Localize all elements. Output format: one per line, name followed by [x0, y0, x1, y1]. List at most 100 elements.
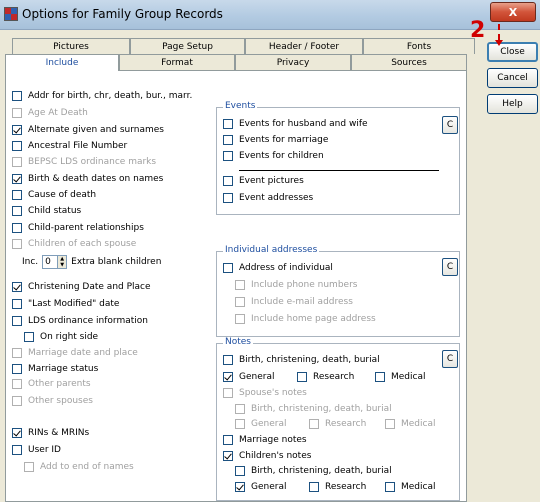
- checkbox[interactable]: [12, 91, 22, 101]
- checkbox[interactable]: [12, 239, 22, 249]
- checkbox[interactable]: [223, 135, 233, 145]
- checkbox[interactable]: [12, 141, 22, 151]
- checkbox[interactable]: [12, 157, 22, 167]
- tab-sources[interactable]: Sources: [351, 54, 467, 70]
- christening-option[interactable]: Christening Date and Place: [12, 282, 151, 292]
- childrens-notes-option[interactable]: Children's notes: [223, 451, 311, 461]
- events-c-button[interactable]: C: [442, 116, 458, 134]
- notes-medical-option[interactable]: Medical: [375, 372, 425, 382]
- checkbox[interactable]: [223, 355, 233, 365]
- childrens-general-option[interactable]: General: [235, 482, 286, 492]
- checkbox[interactable]: [12, 299, 22, 309]
- checkbox-checked[interactable]: [235, 482, 245, 492]
- notes-bcdb-option[interactable]: Birth, christening, death, burial: [223, 355, 380, 365]
- spouses-medical-option[interactable]: Medical: [385, 419, 435, 429]
- checkbox-checked[interactable]: [223, 372, 233, 382]
- checkbox[interactable]: [24, 462, 34, 472]
- checkbox[interactable]: [12, 206, 22, 216]
- addr-option[interactable]: Addr for birth, chr, death, bur., marr.: [12, 91, 192, 101]
- on-right-side-option[interactable]: On right side: [24, 332, 98, 342]
- help-button[interactable]: Help: [487, 94, 538, 114]
- spin-down-icon[interactable]: ▼: [58, 262, 67, 268]
- bepsc-option[interactable]: BEPSC LDS ordinance marks: [12, 157, 156, 167]
- marriage-status-option[interactable]: Marriage status: [12, 364, 98, 374]
- window-close-button[interactable]: X: [490, 2, 536, 22]
- extra-blank-spinner[interactable]: 0 ▲ ▼: [42, 255, 68, 269]
- spinner-buttons[interactable]: ▲ ▼: [58, 255, 68, 269]
- user-id-option[interactable]: User ID: [12, 445, 61, 455]
- checkbox[interactable]: [223, 193, 233, 203]
- birth-death-dates-option[interactable]: Birth & death dates on names: [12, 174, 163, 184]
- individual-c-button[interactable]: C: [442, 258, 458, 276]
- checkbox[interactable]: [223, 435, 233, 445]
- last-modified-option[interactable]: "Last Modified" date: [12, 299, 119, 309]
- events-children-option[interactable]: Events for children: [223, 151, 324, 161]
- include-home-page-option[interactable]: Include home page address: [235, 314, 376, 324]
- children-of-spouse-option[interactable]: Children of each spouse: [12, 239, 136, 249]
- other-spouses-option[interactable]: Other spouses: [12, 396, 93, 406]
- extra-blank-input[interactable]: 0: [42, 255, 59, 269]
- cancel-button[interactable]: Cancel: [487, 68, 538, 88]
- childrens-bcdb-option[interactable]: Birth, christening, death, burial: [235, 466, 392, 476]
- checkbox[interactable]: [297, 372, 307, 382]
- checkbox[interactable]: [223, 119, 233, 129]
- checkbox[interactable]: [223, 263, 233, 273]
- rins-mrins-option[interactable]: RINs & MRINs: [12, 428, 89, 438]
- checkbox[interactable]: [235, 419, 245, 429]
- checkbox-checked[interactable]: [12, 174, 22, 184]
- checkbox[interactable]: [235, 280, 245, 290]
- checkbox[interactable]: [12, 348, 22, 358]
- other-parents-option[interactable]: Other parents: [12, 379, 91, 389]
- tab-page-setup[interactable]: Page Setup: [130, 38, 245, 54]
- childrens-research-option[interactable]: Research: [309, 482, 366, 492]
- checkbox[interactable]: [12, 445, 22, 455]
- events-marriage-option[interactable]: Events for marriage: [223, 135, 328, 145]
- notes-research-option[interactable]: Research: [297, 372, 354, 382]
- spouses-research-option[interactable]: Research: [309, 419, 366, 429]
- marriage-date-option[interactable]: Marriage date and place: [12, 348, 138, 358]
- checkbox[interactable]: [385, 419, 395, 429]
- checkbox[interactable]: [309, 419, 319, 429]
- alternate-names-option[interactable]: Alternate given and surnames: [12, 125, 164, 135]
- checkbox[interactable]: [235, 314, 245, 324]
- tab-header-footer[interactable]: Header / Footer: [245, 38, 363, 54]
- address-of-individual-option[interactable]: Address of individual: [223, 263, 333, 273]
- spouses-general-option[interactable]: General: [235, 419, 286, 429]
- marriage-notes-option[interactable]: Marriage notes: [223, 435, 307, 445]
- checkbox[interactable]: [12, 364, 22, 374]
- checkbox[interactable]: [12, 316, 22, 326]
- notes-c-button[interactable]: C: [442, 350, 458, 368]
- checkbox[interactable]: [375, 372, 385, 382]
- child-parent-option[interactable]: Child-parent relationships: [12, 223, 144, 233]
- event-pictures-option[interactable]: Event pictures: [223, 176, 304, 186]
- add-to-end-option[interactable]: Add to end of names: [24, 462, 134, 472]
- checkbox[interactable]: [12, 379, 22, 389]
- checkbox-checked[interactable]: [12, 282, 22, 292]
- notes-general-option[interactable]: General: [223, 372, 274, 382]
- checkbox[interactable]: [235, 297, 245, 307]
- checkbox[interactable]: [12, 108, 22, 118]
- spouses-bcdb-option[interactable]: Birth, christening, death, burial: [235, 404, 392, 414]
- tab-format[interactable]: Format: [119, 54, 235, 70]
- tab-fonts[interactable]: Fonts: [363, 38, 475, 54]
- cause-of-death-option[interactable]: Cause of death: [12, 190, 96, 200]
- tab-include[interactable]: Include: [5, 54, 119, 71]
- events-husband-wife-option[interactable]: Events for husband and wife: [223, 119, 368, 129]
- lds-ordinance-option[interactable]: LDS ordinance information: [12, 316, 148, 326]
- checkbox-checked[interactable]: [223, 451, 233, 461]
- ancestral-file-option[interactable]: Ancestral File Number: [12, 141, 127, 151]
- event-addresses-option[interactable]: Event addresses: [223, 193, 313, 203]
- checkbox-checked[interactable]: [12, 428, 22, 438]
- checkbox[interactable]: [385, 482, 395, 492]
- checkbox[interactable]: [309, 482, 319, 492]
- include-phone-option[interactable]: Include phone numbers: [235, 280, 357, 290]
- checkbox[interactable]: [12, 223, 22, 233]
- age-at-death-option[interactable]: Age At Death: [12, 108, 88, 118]
- checkbox[interactable]: [24, 332, 34, 342]
- checkbox[interactable]: [223, 388, 233, 398]
- include-email-option[interactable]: Include e-mail address: [235, 297, 353, 307]
- childrens-medical-option[interactable]: Medical: [385, 482, 435, 492]
- checkbox-checked[interactable]: [12, 125, 22, 135]
- checkbox[interactable]: [12, 190, 22, 200]
- checkbox[interactable]: [223, 176, 233, 186]
